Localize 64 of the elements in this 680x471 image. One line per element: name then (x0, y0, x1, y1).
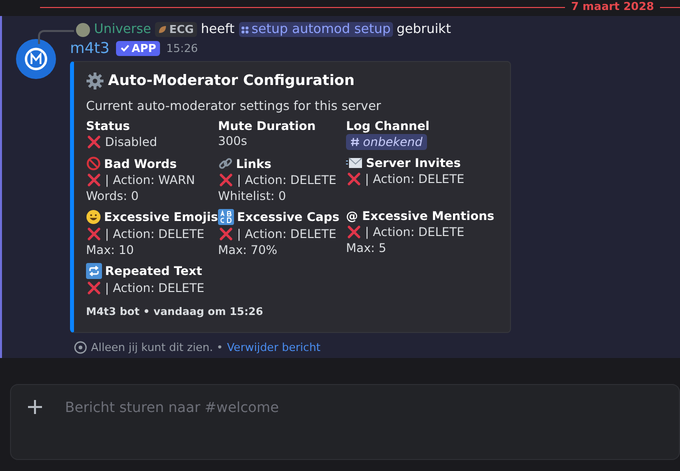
plus-icon[interactable] (27, 399, 43, 415)
field-value: | Action: DELETE (365, 172, 464, 186)
gear-icon (86, 72, 104, 90)
field-name: Bad Words (104, 156, 177, 170)
field-value: 300s (218, 134, 248, 148)
letters-icon (218, 209, 234, 225)
prohibited-icon (86, 156, 101, 171)
field-name: @ Excessive Mentions (346, 209, 494, 223)
cross-icon (346, 171, 362, 187)
guild-tag: ECG (155, 22, 197, 37)
channel-mention[interactable]: onbekend (346, 134, 427, 150)
field-name: Log Channel (346, 119, 430, 133)
field-value: | Action: DELETE (105, 281, 204, 295)
field-value: Max: 5 (346, 241, 386, 255)
field-value: Disabled (105, 135, 158, 149)
eye-icon (74, 341, 87, 354)
author-name[interactable]: m4t3 (70, 39, 110, 57)
reply-username[interactable]: Universe (94, 22, 152, 37)
bot-avatar[interactable] (16, 39, 56, 79)
cross-icon (86, 134, 102, 150)
field-name: Links (236, 156, 272, 170)
check-icon (120, 43, 130, 53)
field-value: | Action: DELETE (105, 227, 204, 241)
field-name: Excessive Emojis (104, 210, 218, 224)
field-value: | Action: DELETE (237, 227, 336, 241)
field-value: | Action: WARN (105, 173, 196, 187)
envelope-icon (346, 156, 363, 170)
embed-footer: M4t3 bot • vandaag om 15:26 (86, 306, 498, 318)
field-name: Mute Duration (218, 119, 316, 133)
field-name: Excessive Caps (237, 210, 340, 224)
cross-icon (86, 172, 102, 188)
delete-message-link[interactable]: Verwijder bericht (227, 341, 320, 354)
reply-text: gebruikt (396, 22, 451, 37)
field-name: Status (86, 119, 130, 133)
message-input[interactable]: Bericht sturen naar #welcome (63, 399, 627, 417)
hash-icon (350, 137, 360, 147)
field-value: Whitelist: 0 (218, 189, 286, 203)
field-name: Repeated Text (105, 264, 202, 278)
cross-icon (346, 224, 362, 240)
cross-icon (86, 280, 102, 296)
reply-text: heeft (200, 22, 234, 37)
app-badge: APP (116, 40, 160, 56)
embed-title: Auto-Moderator Configuration (108, 73, 355, 89)
ephemeral-note: Alleen jij kunt dit zien. • (91, 341, 223, 354)
timestamp: 15:26 (166, 42, 198, 54)
logo-icon (24, 47, 48, 71)
command-icon (240, 26, 248, 34)
field-value: Max: 70% (218, 243, 278, 257)
cross-icon (218, 226, 234, 242)
cross-icon (86, 226, 102, 242)
command-mention[interactable]: setup automod setup (238, 22, 393, 37)
field-value: Words: 0 (86, 189, 139, 203)
field-name: Server Invites (366, 156, 461, 170)
field-value: | Action: DELETE (365, 225, 464, 239)
leaf-icon (158, 25, 168, 34)
repeat-icon (86, 263, 102, 279)
smiley-icon (86, 209, 101, 225)
user-avatar[interactable] (76, 22, 90, 36)
chain-link-icon (218, 156, 233, 171)
date-divider: 7 maart 2028 (571, 1, 654, 13)
cross-icon (218, 172, 234, 188)
embed-description: Current auto-moderator settings for this server (86, 98, 382, 113)
field-value: Max: 10 (86, 243, 134, 257)
field-value: | Action: DELETE (237, 173, 336, 187)
